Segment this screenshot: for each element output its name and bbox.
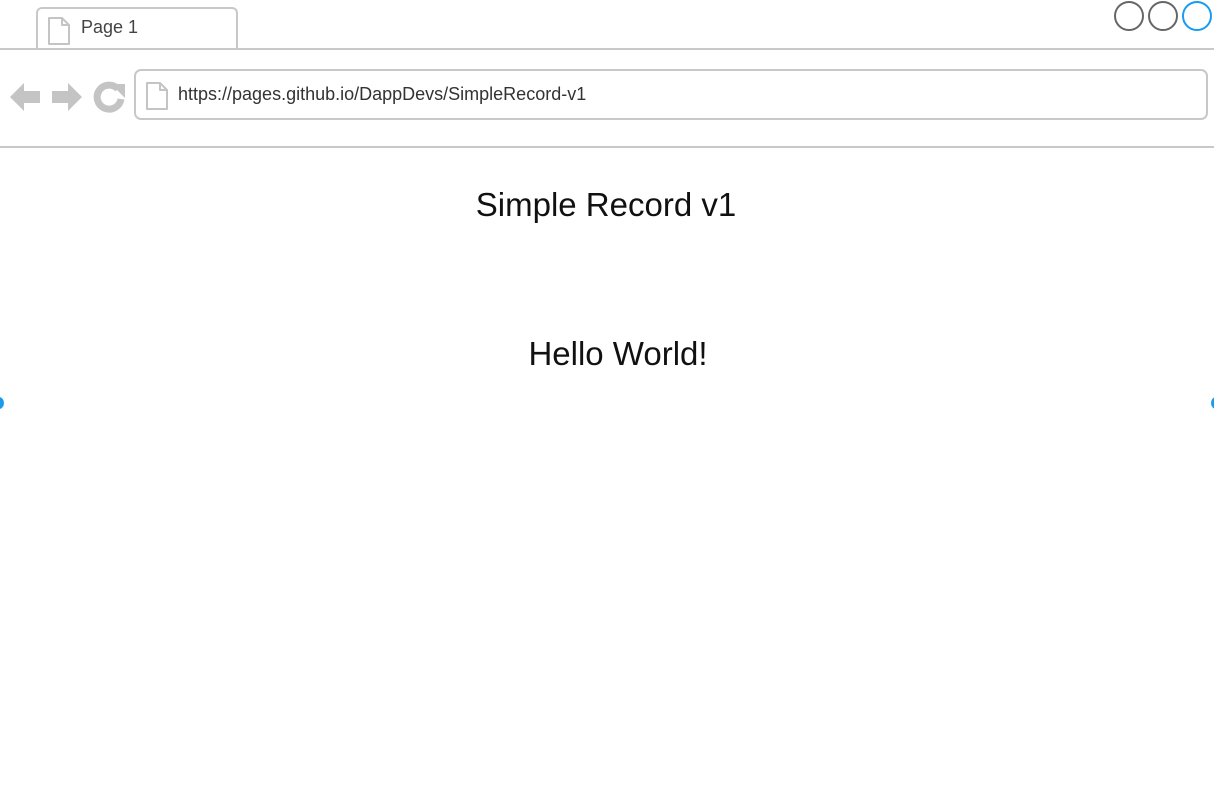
- window-control-circle[interactable]: [1148, 1, 1178, 31]
- tab-page-1[interactable]: Page 1: [36, 7, 238, 49]
- nav-bar-divider: [0, 146, 1214, 148]
- tab-label: Page 1: [81, 17, 139, 37]
- browser-wireframe: Page 1 https://pages.github.io/DappDevs/…: [0, 0, 1214, 798]
- page-icon: [146, 82, 168, 110]
- page-icon: [48, 17, 70, 45]
- selection-handle-icon: [598, 0, 610, 2]
- url-text[interactable]: https://pages.github.io/DappDevs/SimpleR…: [178, 84, 586, 105]
- hello-message: Hello World!: [528, 335, 708, 372]
- selection-handle-icon: [0, 397, 4, 409]
- selection-handle-icon: [1211, 397, 1214, 409]
- window-controls: [1114, 1, 1214, 31]
- navigation-bar: https://pages.github.io/DappDevs/SimpleR…: [0, 50, 1214, 148]
- window-control-circle[interactable]: [1114, 1, 1144, 31]
- page-title: Simple Record v1: [475, 186, 737, 223]
- tab-strip: Page 1: [0, 0, 1214, 50]
- reload-icon[interactable]: [92, 80, 126, 114]
- window-control-circle[interactable]: [1182, 1, 1212, 31]
- forward-arrow-icon[interactable]: [50, 80, 84, 114]
- back-arrow-icon[interactable]: [8, 80, 42, 114]
- address-bar[interactable]: https://pages.github.io/DappDevs/SimpleR…: [134, 69, 1208, 120]
